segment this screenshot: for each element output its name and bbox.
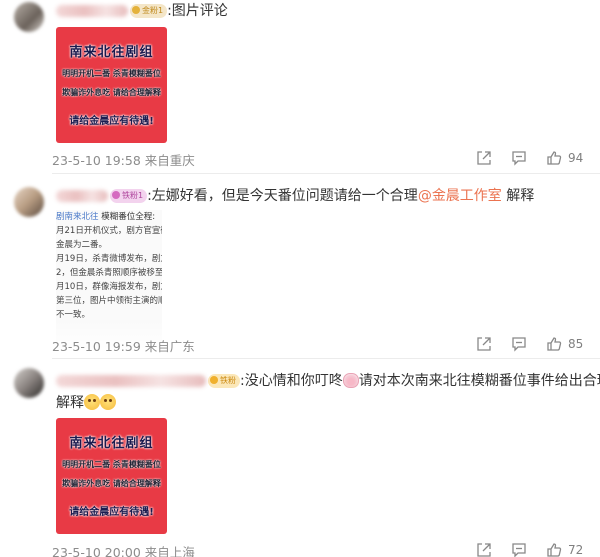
avatar[interactable] xyxy=(14,187,44,217)
comment-location: 来自广东 xyxy=(144,339,195,354)
fan-badge-label: 铁粉1 xyxy=(122,191,144,200)
doc-heading-link: 剧南来北往 xyxy=(56,212,99,222)
divider xyxy=(52,173,600,174)
like-icon[interactable] xyxy=(546,336,562,352)
comment-icon[interactable] xyxy=(511,150,527,166)
username-blurred[interactable] xyxy=(56,190,108,202)
smile-emoji-icon xyxy=(84,394,100,410)
doc-heading-text: 模糊番位全程: xyxy=(101,212,156,222)
comment-image[interactable]: 剧南来北往 模糊番位全程: 月21日开机仪式，剧方官宣微 金晨为二番。 月19日… xyxy=(56,210,162,350)
comment-image[interactable]: 南来北往剧组 明明开机二番 杀青模糊番位 欺骗诈外息吃 请给合理解释 请给金晨应… xyxy=(56,418,167,534)
poster-line: 明明开机二番 杀青模糊番位 xyxy=(62,69,161,78)
share-icon[interactable] xyxy=(476,336,492,352)
poster-line: 欺骗诈外息吃 请给合理解释 xyxy=(62,88,161,97)
comment-time: 23-5-10 19:58 xyxy=(52,153,141,168)
like-count: 85 xyxy=(568,337,584,351)
comment-text-line: 解释 xyxy=(56,394,116,412)
pig-emoji-icon xyxy=(342,373,359,388)
share-icon[interactable] xyxy=(476,150,492,166)
comment-actions: 94 xyxy=(476,149,584,167)
divider xyxy=(52,358,600,359)
comment-icon[interactable] xyxy=(511,542,527,557)
comment-item: 金粉1:图片评论 南来北往剧组 明明开机二番 杀青模糊番位 欺骗诈外息吃 请给合… xyxy=(0,0,600,174)
comment-text: :图片评论 xyxy=(167,3,228,19)
doc-line: 月19日，杀青微博发布，剧方 xyxy=(56,254,162,264)
like-count: 72 xyxy=(568,543,584,557)
fan-badge: 铁粉1 xyxy=(110,189,148,203)
comment-text: :左娜好看，但是今天番位问题请给一个合理 xyxy=(147,188,418,204)
like-count: 94 xyxy=(568,151,584,165)
badge-icon xyxy=(210,376,218,384)
comment-text-line: 铁粉 :没心情和你叮咚 请对本次南来北往模糊番位事件给出合理 xyxy=(56,372,600,390)
fan-badge: 铁粉 xyxy=(208,374,240,388)
doc-heading: 剧南来北往 模糊番位全程: xyxy=(56,210,162,224)
poster-line: 欺骗诈外息吃 请给合理解释 xyxy=(62,479,161,488)
comment-text-line: 金粉1:图片评论 xyxy=(56,2,228,20)
doc-line: 月21日开机仪式，剧方官宣微 xyxy=(56,226,162,236)
comment-item: 铁粉1:左娜好看，但是今天番位问题请给一个合理@金晨工作室 解释 剧南来北往 模… xyxy=(0,175,600,359)
comment-time: 23-5-10 20:00 xyxy=(52,545,141,557)
like-icon[interactable] xyxy=(546,542,562,557)
comment-text: :没心情和你叮咚 xyxy=(240,373,343,389)
poster-title: 南来北往剧组 xyxy=(69,45,154,60)
comment-text: 解释 xyxy=(56,395,84,411)
badge-icon xyxy=(112,191,120,199)
like-icon[interactable] xyxy=(546,150,562,166)
poster-footer: 请给金晨应有待遇! xyxy=(69,116,154,127)
mention-link[interactable]: @金晨工作室 xyxy=(418,188,502,204)
comment-location: 来自重庆 xyxy=(144,153,195,168)
comment-meta: 23-5-10 20:00 来自上海 xyxy=(52,542,195,557)
comment-time: 23-5-10 19:59 xyxy=(52,339,141,354)
comment-item: 铁粉 :没心情和你叮咚 请对本次南来北往模糊番位事件给出合理 解释 南来北往剧组 明… xyxy=(0,360,600,557)
comment-location: 来自上海 xyxy=(144,545,195,557)
comment-text: 请对本次南来北往模糊番位事件给出合理 xyxy=(358,373,600,389)
comment-actions: 72 xyxy=(476,541,584,557)
comment-image[interactable]: 南来北往剧组 明明开机二番 杀青模糊番位 欺骗诈外息吃 请给合理解释 请给金晨应… xyxy=(56,27,167,143)
fan-badge: 金粉1 xyxy=(130,4,168,18)
smile-emoji-icon xyxy=(100,394,116,410)
doc-line: 月10日，群像海报发布，剧方 xyxy=(56,282,162,292)
comment-text-line: 铁粉1:左娜好看，但是今天番位问题请给一个合理@金晨工作室 解释 xyxy=(56,187,534,205)
doc-line: 第三位，图片中领衔主演的顺 xyxy=(56,296,162,306)
doc-line: 2，但金晨杀青照顺序被移至第 xyxy=(56,268,162,278)
username-blurred[interactable] xyxy=(56,375,206,387)
poster-footer: 请给金晨应有待遇! xyxy=(69,507,154,518)
avatar[interactable] xyxy=(14,2,44,32)
comment-meta: 23-5-10 19:58 来自重庆 xyxy=(52,150,195,169)
poster-title: 南来北往剧组 xyxy=(69,436,154,451)
badge-icon xyxy=(132,6,140,14)
avatar[interactable] xyxy=(14,368,44,398)
poster-line: 明明开机二番 杀青模糊番位 xyxy=(62,460,161,469)
comment-actions: 85 xyxy=(476,335,584,353)
doc-line: 金晨为二番。 xyxy=(56,240,108,250)
username-blurred[interactable] xyxy=(56,5,128,17)
comment-meta: 23-5-10 19:59 来自广东 xyxy=(52,336,195,355)
comment-icon[interactable] xyxy=(511,336,527,352)
comment-text: 解释 xyxy=(501,188,535,204)
share-icon[interactable] xyxy=(476,542,492,557)
fan-badge-label: 金粉1 xyxy=(142,6,164,15)
fan-badge-label: 铁粉 xyxy=(220,376,236,385)
